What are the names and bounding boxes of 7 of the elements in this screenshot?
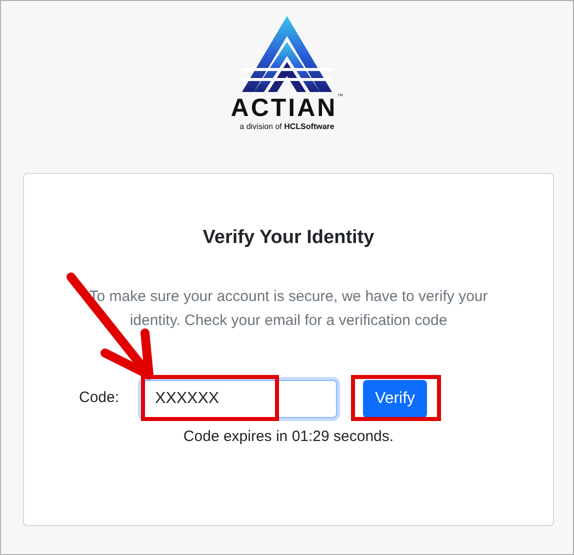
logo-tagline: a division of HCLSoftware xyxy=(240,122,334,132)
verify-button[interactable]: Verify xyxy=(363,380,428,418)
logo-wordmark: ACTIAN xyxy=(230,94,338,122)
card-title: Verify Your Identity xyxy=(202,226,374,250)
code-label: Code: xyxy=(79,388,120,408)
logo-icon xyxy=(242,16,332,92)
expiry-text: Code expires in 01:29 seconds. xyxy=(183,426,394,446)
